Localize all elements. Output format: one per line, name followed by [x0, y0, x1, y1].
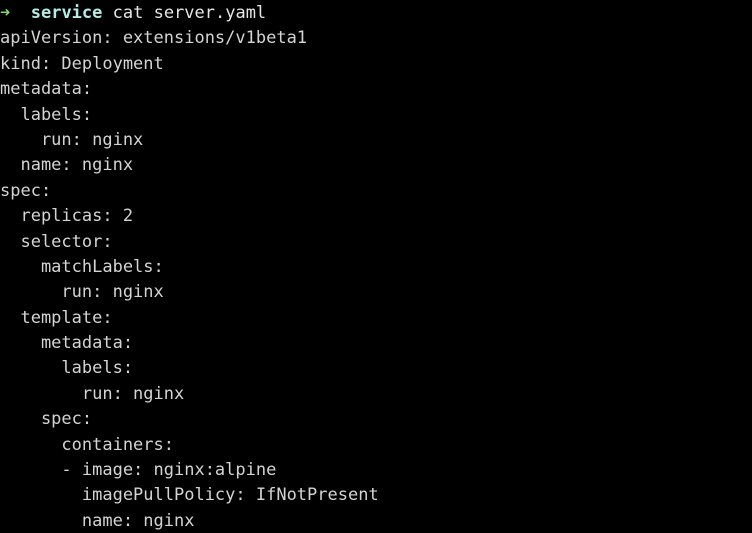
output-line: spec: — [0, 409, 93, 430]
prompt-spacer — [10, 3, 30, 23]
output-line: run: nginx — [0, 383, 185, 404]
output-line: run: nginx — [0, 282, 164, 303]
output-line: replicas: 2 — [0, 206, 134, 227]
output-line: metadata: — [0, 79, 93, 100]
output-line: apiVersion: extensions/v1beta1 — [0, 28, 308, 49]
output-line: run: nginx — [0, 129, 144, 150]
command-input-value[interactable]: cat server.yaml — [113, 3, 267, 23]
output-line: - image: nginx:alpine — [0, 460, 277, 481]
output-line: name: nginx — [0, 155, 134, 176]
shell-prompt-line: ➜ service cat server.yaml — [0, 1, 752, 26]
prompt-context-label: service — [30, 3, 103, 23]
output-line: labels: — [0, 104, 93, 125]
output-line: containers: — [0, 434, 174, 455]
output-line: selector: — [0, 231, 113, 252]
output-line: kind: Deployment — [0, 53, 164, 74]
terminal-window[interactable]: ➜ service cat server.yaml apiVersion: ex… — [0, 0, 752, 533]
output-line: spec: — [0, 180, 52, 201]
output-line: name: nginx — [0, 510, 195, 531]
output-line: labels: — [0, 358, 134, 379]
output-line: metadata: — [0, 333, 134, 354]
prompt-command-text: cat server.yaml — [102, 3, 267, 23]
output-line: template: — [0, 307, 113, 328]
output-line: matchLabels: — [0, 256, 164, 277]
output-line: imagePullPolicy: IfNotPresent — [0, 485, 379, 506]
prompt-arrow-icon: ➜ — [0, 3, 11, 23]
terminal-screen[interactable]: ➜ service cat server.yaml apiVersion: ex… — [0, 0, 752, 533]
